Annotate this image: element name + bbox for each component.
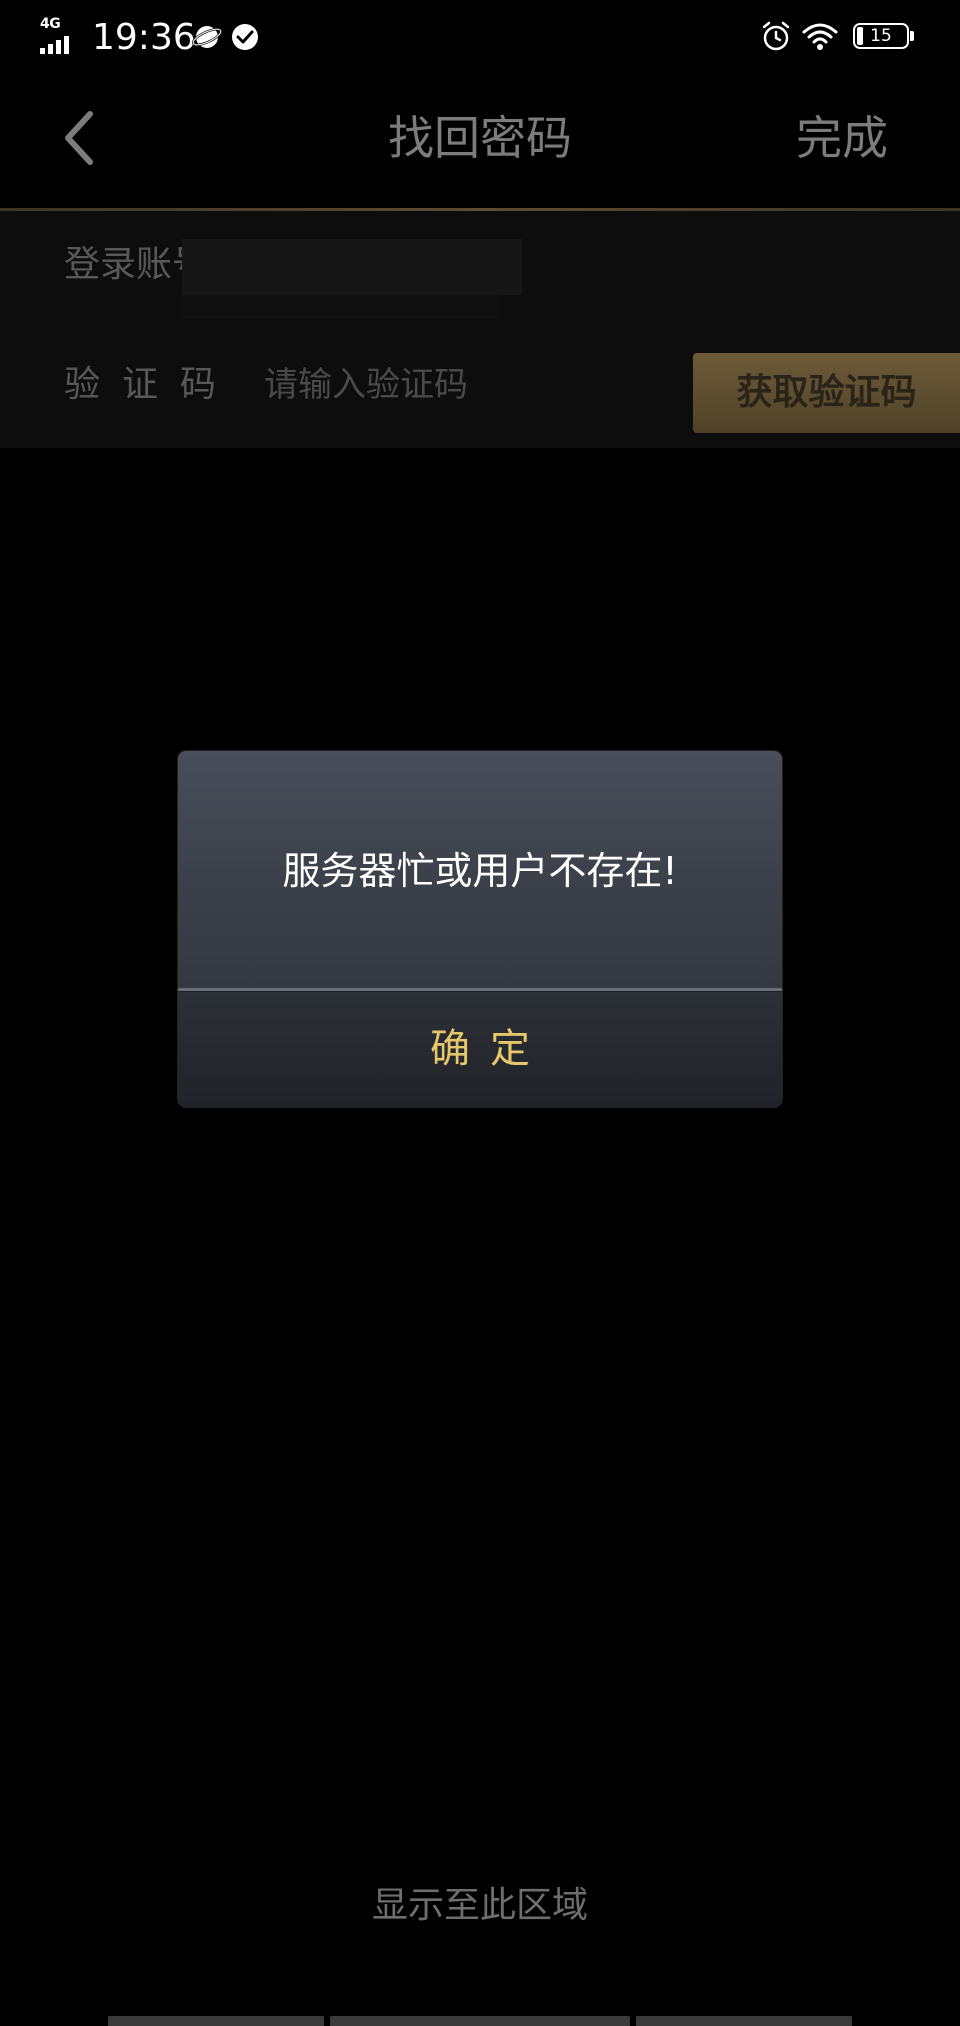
done-button[interactable]: 完成 bbox=[796, 100, 888, 176]
wifi-icon bbox=[802, 23, 838, 50]
status-time: 19:36 bbox=[92, 17, 196, 58]
account-row: 登录账号 bbox=[0, 211, 960, 321]
form-panel: 登录账号 验证码 获取验证码 bbox=[0, 211, 960, 448]
battery-icon: 15 bbox=[853, 23, 915, 51]
verification-code-input[interactable] bbox=[264, 359, 684, 411]
verification-code-row: 验证码 获取验证码 bbox=[0, 321, 960, 448]
bottom-keyboard-edge bbox=[0, 2016, 960, 2026]
bottom-bar-segment bbox=[108, 2016, 324, 2026]
status-bar: 4G 19:36 15 bbox=[0, 0, 960, 80]
verification-code-label: 验证码 bbox=[64, 364, 239, 405]
signal-icon: 4G bbox=[40, 16, 80, 54]
check-circle-icon bbox=[232, 24, 258, 50]
planet-icon bbox=[192, 26, 222, 48]
display-area-hint: 显示至此区域 bbox=[371, 1885, 588, 1926]
redacted-account-value bbox=[182, 239, 522, 295]
dialog-message: 服务器忙或用户不存在! bbox=[282, 849, 678, 893]
battery-tip bbox=[910, 31, 914, 41]
nav-bar: 找回密码 完成 bbox=[0, 80, 960, 210]
network-type: 4G bbox=[40, 16, 61, 32]
battery-level: 15 bbox=[870, 26, 892, 46]
confirm-button[interactable]: 确定 bbox=[178, 992, 782, 1107]
signal-bars-icon bbox=[40, 36, 69, 54]
bottom-bar-segment bbox=[330, 2016, 630, 2026]
redacted-account-value-shadow bbox=[180, 295, 500, 319]
alarm-icon bbox=[762, 21, 790, 51]
bottom-bar-segment bbox=[636, 2016, 852, 2026]
get-code-button[interactable]: 获取验证码 bbox=[693, 353, 960, 433]
alert-dialog: 服务器忙或用户不存在! 确定 bbox=[178, 751, 782, 1107]
